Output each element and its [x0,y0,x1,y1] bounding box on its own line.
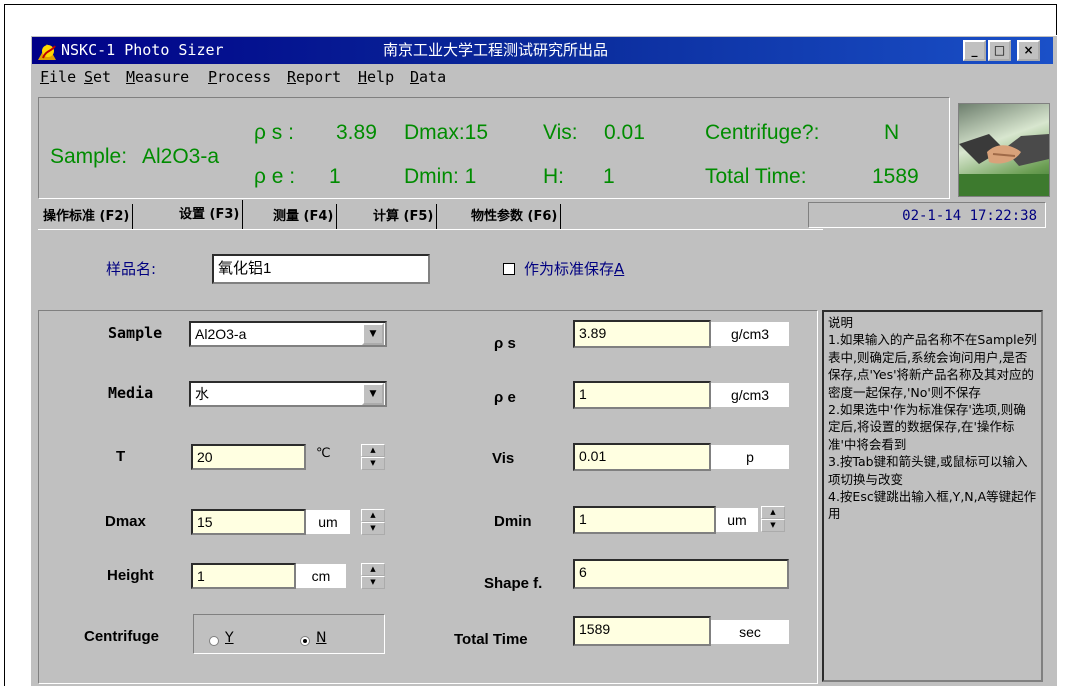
tab-settings[interactable]: 设置 (F3) [176,200,244,230]
centrifuge-radio-n-label[interactable]: N [316,630,326,646]
tab-operating-standard[interactable]: 操作标准 (F2) [40,204,134,230]
tab-measure[interactable]: 测量 (F4) [270,204,338,230]
menu-file[interactable]: File [40,68,76,86]
sample-name-input[interactable]: 氧化铝1 [212,254,430,284]
info-dmax: Dmax:15 [404,121,489,144]
info-rho-e-value: 1 [329,165,341,188]
vis-input[interactable]: 0.01 [573,443,711,471]
spin-up-icon[interactable]: ▲ [761,506,785,519]
spin-down-icon[interactable]: ▼ [361,576,385,589]
vis-label: Vis [492,450,515,467]
save-as-standard-label[interactable]: 作为标准保存A [524,258,624,279]
t-spinner[interactable]: ▲ ▼ [361,444,385,470]
rho-e-input[interactable]: 1 [573,381,711,409]
datetime-display: 02-1-14 17:22:38 [808,202,1046,228]
spin-down-icon[interactable]: ▼ [361,457,385,470]
shape-factor-input[interactable]: 6 [573,559,789,589]
spin-up-icon[interactable]: ▲ [361,509,385,522]
height-input[interactable]: 1 [191,563,296,589]
spin-up-icon[interactable]: ▲ [361,444,385,457]
height-unit: cm [296,564,346,588]
rho-e-unit: g/cm3 [711,383,789,407]
vis-unit: p [711,445,789,469]
app-icon [36,40,58,62]
media-dropdown-arrow[interactable]: ▼ [362,383,384,405]
menu-data[interactable]: Data [410,68,446,86]
centrifuge-radio-group [193,614,385,654]
spin-down-icon[interactable]: ▼ [761,519,785,532]
t-unit: ℃ [316,446,331,461]
save-as-standard-checkbox[interactable] [503,263,515,275]
shape-factor-label: Shape f. [484,575,543,592]
sample-dropdown-arrow[interactable]: ▼ [362,323,384,345]
sample-combo[interactable]: Al2O3-a [189,321,387,347]
tab-physical-properties[interactable]: 物性参数 (F6) [468,204,562,230]
height-spinner[interactable]: ▲ ▼ [361,563,385,589]
info-sample-label: Sample: [50,145,128,168]
close-button[interactable]: × [1017,40,1040,61]
info-total-time-value: 1589 [872,165,919,188]
help-notes-text: 说明 1.如果输入的产品名称不在Sample列表中,则确定后,系统会询问用户,是… [828,315,1037,522]
info-centrifuge-label: Centrifuge?: [705,121,820,144]
centrifuge-radio-y[interactable] [209,636,219,646]
rho-e-label: ρ e [494,389,516,406]
info-vis-value: 0.01 [604,121,645,144]
spin-down-icon[interactable]: ▼ [361,522,385,535]
dmin-spinner[interactable]: ▲ ▼ [761,506,785,532]
media-combo[interactable]: 水 [189,381,387,407]
total-time-unit: sec [711,620,789,644]
rho-s-input[interactable]: 3.89 [573,320,711,348]
menu-set[interactable]: Set [84,68,111,86]
tab-calculate[interactable]: 计算 (F5) [370,204,438,230]
t-input[interactable]: 20 [191,444,306,470]
rho-s-unit: g/cm3 [711,322,789,346]
handshake-image [958,103,1050,197]
total-time-label: Total Time [454,631,528,648]
help-notes-panel: 说明 1.如果输入的产品名称不在Sample列表中,则确定后,系统会询问用户,是… [822,310,1043,682]
menu-measure[interactable]: Measure [126,68,189,86]
app-title: NSKC-1 Photo Sizer [61,41,224,59]
info-rho-e-label: ρ e : [254,165,296,188]
info-dmin: Dmin: 1 [404,165,477,188]
tab-divider [38,229,823,230]
info-rho-s-label: ρ s : [254,121,294,144]
info-vis-label: Vis: [543,121,578,144]
spin-up-icon[interactable]: ▲ [361,563,385,576]
height-label: Height [107,567,154,584]
dmin-label: Dmin [494,513,532,530]
dmax-label: Dmax [105,513,146,530]
menu-report[interactable]: Report [287,68,341,86]
menu-help[interactable]: Help [358,68,394,86]
centrifuge-label: Centrifuge [84,628,159,645]
info-centrifuge-value: N [884,121,900,144]
maximize-button[interactable]: □ [988,40,1011,61]
info-sample-value: Al2O3-a [142,145,220,168]
rho-s-label: ρ s [494,335,516,352]
dmin-unit: um [716,508,758,532]
sample-name-label: 样品名: [106,260,157,278]
menu-process[interactable]: Process [208,68,271,86]
dmin-input[interactable]: 1 [573,506,716,534]
info-h-value: 1 [603,165,615,188]
total-time-input[interactable]: 1589 [573,616,711,646]
dmax-input[interactable]: 15 [191,509,306,535]
info-total-time-label: Total Time: [705,165,807,188]
sample-label: Sample [108,324,163,342]
centrifuge-radio-n[interactable] [300,636,310,646]
info-h-label: H: [543,165,564,188]
media-label: Media [108,384,154,402]
centrifuge-radio-y-label[interactable]: Y [225,630,234,646]
minimize-button[interactable]: _ [963,40,986,61]
info-rho-s-value: 3.89 [336,121,377,144]
window-subtitle: 南京工业大学工程测试研究所出品 [383,41,609,59]
dmax-unit: um [306,510,350,534]
t-label: T [116,448,126,465]
dmax-spinner[interactable]: ▲ ▼ [361,509,385,535]
